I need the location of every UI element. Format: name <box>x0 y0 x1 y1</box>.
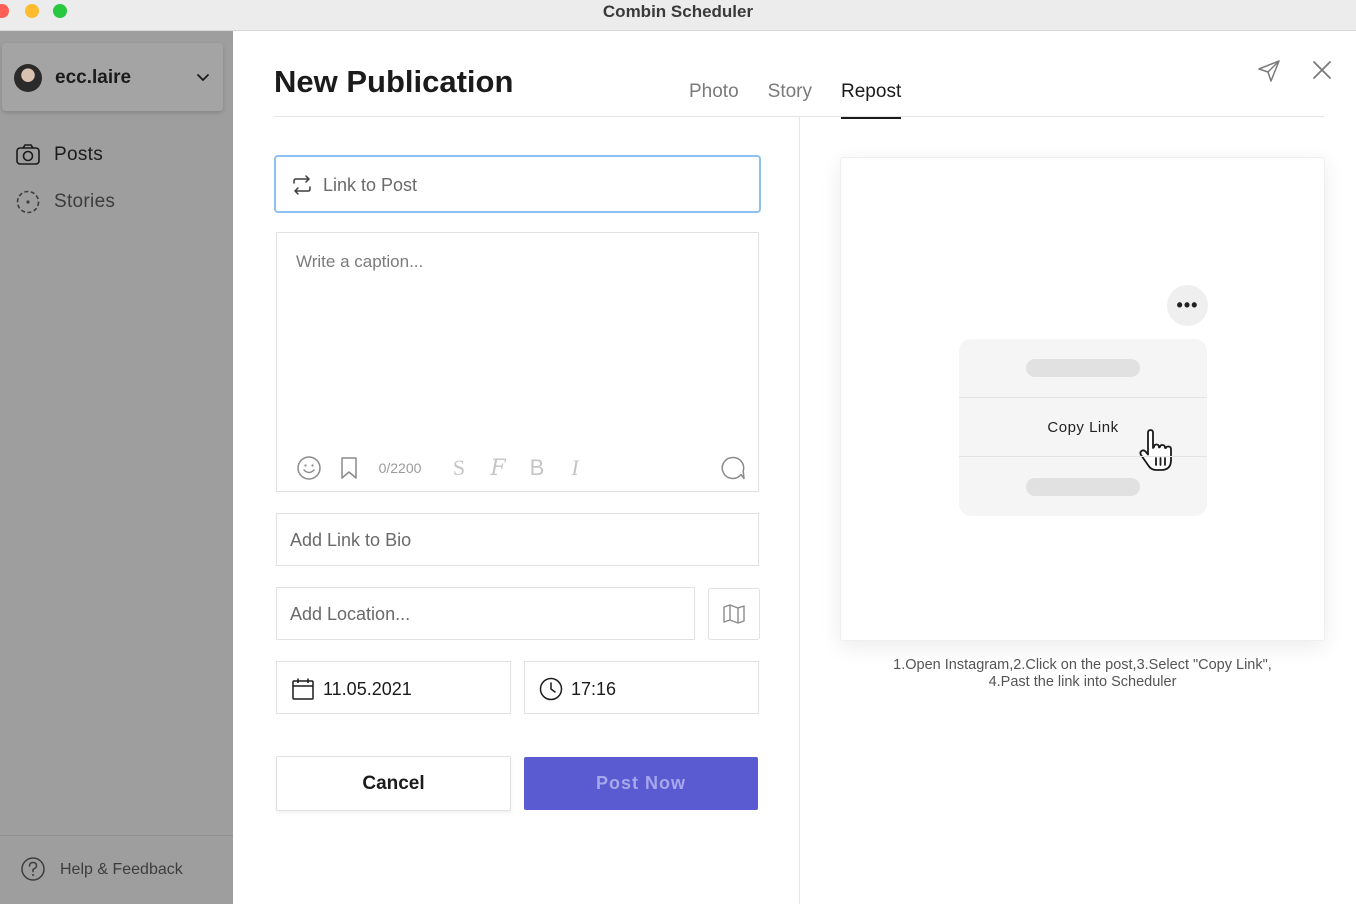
bookmark-icon <box>341 457 357 479</box>
title-bar: Combin Scheduler <box>0 0 1356 31</box>
font-style-button[interactable]: F <box>485 454 511 482</box>
column-divider <box>799 117 800 904</box>
help-feedback-button[interactable]: Help & Feedback <box>0 835 233 904</box>
date-picker[interactable]: 11.05.2021 <box>276 661 511 714</box>
repost-icon <box>293 175 311 195</box>
strikethrough-button[interactable]: S <box>447 454 471 482</box>
location-field <box>276 587 695 640</box>
caption-toolbar: 0/2200 S F B I <box>295 454 745 482</box>
repost-instruction-preview: ••• Copy Link <box>840 157 1325 641</box>
help-feedback-label: Help & Feedback <box>60 861 183 878</box>
emoji-button[interactable] <box>295 454 323 482</box>
time-picker[interactable]: 17:16 <box>524 661 759 714</box>
map-button[interactable] <box>708 588 760 640</box>
italic-button[interactable]: I <box>565 454 585 482</box>
sidebar-item-label: Stories <box>54 191 116 212</box>
sidebar-item-posts[interactable]: Posts <box>14 140 103 170</box>
caption-input[interactable] <box>296 252 736 422</box>
close-icon[interactable] <box>1311 59 1333 81</box>
link-to-post-input[interactable] <box>323 173 743 197</box>
publication-type-tabs: Photo Story Repost <box>689 81 902 119</box>
avatar <box>14 64 42 92</box>
calendar-icon <box>292 678 314 700</box>
character-counter: 0/2200 <box>378 460 422 476</box>
send-icon[interactable] <box>1256 58 1282 84</box>
window-title: Combin Scheduler <box>602 2 754 21</box>
instructions-line-2: 4.Past the link into Scheduler <box>988 674 1177 690</box>
menu-placeholder-bar <box>1026 478 1140 496</box>
sidebar-item-label: Posts <box>54 144 104 165</box>
hand-pointer-icon <box>1139 429 1172 471</box>
account-switcher[interactable]: ecc.laire <box>2 43 223 111</box>
account-name: ecc.laire <box>55 67 132 88</box>
repost-instructions: 1.Open Instagram,2.Click on the post,3.S… <box>840 657 1325 691</box>
sidebar: ecc.laire Posts Stories Help & Feedback <box>0 31 233 904</box>
date-value: 11.05.2021 <box>323 679 412 699</box>
instructions-line-1: 1.Open Instagram,2.Click on the post,3.S… <box>893 657 1272 673</box>
camera-icon <box>16 144 40 165</box>
smiley-icon <box>297 456 321 480</box>
clock-icon <box>539 677 563 701</box>
chevron-down-icon <box>197 74 209 82</box>
saved-captions-button[interactable] <box>337 454 361 482</box>
bold-button[interactable]: B <box>527 454 547 482</box>
page-title: New Publication <box>274 64 514 99</box>
tab-repost[interactable]: Repost <box>841 81 902 119</box>
cancel-button[interactable]: Cancel <box>276 756 511 811</box>
publication-panel: New Publication Photo Story Repost Link … <box>233 31 1356 904</box>
sidebar-item-stories[interactable]: Stories <box>14 187 115 217</box>
comment-button[interactable] <box>719 454 747 482</box>
tab-photo[interactable]: Photo <box>689 81 739 119</box>
location-input[interactable] <box>290 602 680 626</box>
more-options-icon: ••• <box>1167 285 1208 326</box>
caption-box: 0/2200 S F B I <box>276 232 759 492</box>
speech-bubble-icon <box>721 456 745 480</box>
link-to-bio-input[interactable] <box>290 528 740 552</box>
menu-divider <box>959 456 1207 457</box>
menu-divider <box>959 397 1207 398</box>
question-circle-icon <box>21 857 45 881</box>
time-value: 17:16 <box>571 679 617 699</box>
post-now-button[interactable]: Post Now <box>524 757 758 810</box>
instagram-menu-illustration: Copy Link <box>959 339 1207 516</box>
link-to-post-field <box>274 155 761 213</box>
map-icon <box>723 604 745 624</box>
link-to-bio-field <box>276 513 759 566</box>
menu-placeholder-bar <box>1026 359 1140 377</box>
stories-ring-icon <box>16 190 40 214</box>
tab-story[interactable]: Story <box>768 81 812 119</box>
